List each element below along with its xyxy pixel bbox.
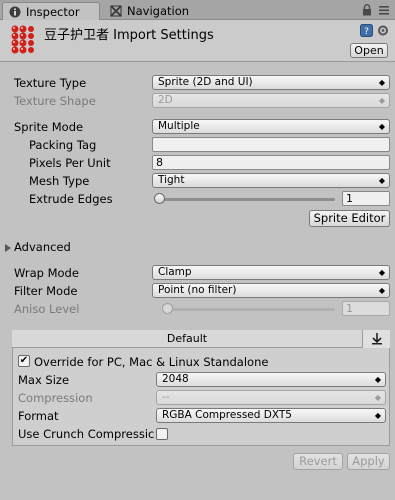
override-label: Override for PC, Mac & Linux Standalone xyxy=(34,355,269,369)
packing-tag-input[interactable] xyxy=(152,137,390,152)
advanced-foldout[interactable]: Advanced xyxy=(14,240,71,254)
dropdown-arrow-icon: ◆ xyxy=(378,286,385,295)
texture-type-value: Sprite (2D and UI) xyxy=(158,76,253,88)
expand-arrow-icon[interactable] xyxy=(4,242,12,252)
crunch-compression-checkbox[interactable] xyxy=(156,428,168,440)
mesh-type-dropdown[interactable]: Tight ◆ xyxy=(152,173,390,188)
compression-value: -- xyxy=(162,391,170,403)
tab-default[interactable]: Default xyxy=(12,332,362,345)
aniso-level-slider-thumb xyxy=(162,303,173,314)
dropdown-arrow-icon: ◆ xyxy=(374,375,381,384)
open-button[interactable]: Open xyxy=(350,43,388,58)
texture-shape-dropdown: 2D ◆ xyxy=(152,93,390,108)
revert-button[interactable]: Revert xyxy=(293,453,343,470)
override-checkbox[interactable]: ✔ xyxy=(18,355,30,367)
page-title: 豆子护卫者 Import Settings xyxy=(44,28,214,43)
pixels-per-unit-input[interactable]: 8 xyxy=(152,155,390,170)
extrude-edges-label: Extrude Edges xyxy=(29,192,113,206)
compression-dropdown: -- ◆ xyxy=(156,390,386,405)
max-size-value: 2048 xyxy=(162,373,189,385)
filter-mode-dropdown[interactable]: Point (no filter) ◆ xyxy=(152,283,390,298)
texture-shape-value: 2D xyxy=(158,94,173,106)
menu-icon[interactable] xyxy=(378,4,390,16)
texture-type-dropdown[interactable]: Sprite (2D and UI) ◆ xyxy=(152,75,390,90)
help-icon[interactable]: ? xyxy=(360,24,373,37)
texture-type-label: Texture Type xyxy=(14,76,87,90)
sprite-editor-button[interactable]: Sprite Editor xyxy=(309,210,390,227)
mesh-type-label: Mesh Type xyxy=(29,174,90,188)
packing-tag-label: Packing Tag xyxy=(29,138,97,152)
settings-icon[interactable] xyxy=(377,24,389,37)
max-size-label: Max Size xyxy=(18,373,70,387)
tab-navigation[interactable]: Navigation xyxy=(104,2,214,20)
aniso-level-input: 1 xyxy=(342,301,390,316)
navigation-icon xyxy=(110,5,122,17)
extrude-edges-slider[interactable] xyxy=(155,198,335,201)
crunch-compression-label: Use Crunch Compressic xyxy=(18,427,155,441)
dropdown-arrow-icon: ◆ xyxy=(374,411,381,420)
texture-thumbnail-icon xyxy=(10,24,34,54)
tab-label: Inspector xyxy=(26,4,80,19)
download-button[interactable] xyxy=(362,330,390,348)
wrap-mode-label: Wrap Mode xyxy=(14,266,79,280)
dropdown-arrow-icon: ◆ xyxy=(378,268,385,277)
aniso-level-slider xyxy=(165,308,335,311)
mesh-type-value: Tight xyxy=(158,174,185,186)
aniso-level-label: Aniso Level xyxy=(14,302,80,316)
format-label: Format xyxy=(18,409,59,423)
sprite-mode-value: Multiple xyxy=(158,120,200,132)
filter-mode-value: Point (no filter) xyxy=(158,284,237,296)
tab-inspector[interactable]: Inspector xyxy=(2,2,100,20)
svg-text:?: ? xyxy=(364,27,369,37)
texture-shape-label: Texture Shape xyxy=(14,94,96,108)
compression-label: Compression xyxy=(18,391,93,405)
pixels-per-unit-label: Pixels Per Unit xyxy=(29,156,111,170)
max-size-dropdown[interactable]: 2048 ◆ xyxy=(156,372,386,387)
info-icon xyxy=(9,6,21,18)
dropdown-arrow-icon: ◆ xyxy=(378,122,385,131)
tab-label: Navigation xyxy=(127,4,190,18)
lock-icon[interactable] xyxy=(362,4,372,16)
dropdown-arrow-icon: ◆ xyxy=(378,176,385,185)
wrap-mode-dropdown[interactable]: Clamp ◆ xyxy=(152,265,390,280)
format-dropdown[interactable]: RGBA Compressed DXT5 ◆ xyxy=(156,408,386,423)
dropdown-arrow-icon: ◆ xyxy=(378,96,385,105)
sprite-mode-label: Sprite Mode xyxy=(14,120,84,134)
dropdown-arrow-icon: ◆ xyxy=(374,393,381,402)
extrude-edges-input[interactable]: 1 xyxy=(342,191,390,206)
extrude-edges-slider-thumb[interactable] xyxy=(154,193,165,204)
download-icon xyxy=(372,333,382,345)
wrap-mode-value: Clamp xyxy=(158,266,192,278)
sprite-mode-dropdown[interactable]: Multiple ◆ xyxy=(152,119,390,134)
apply-button[interactable]: Apply xyxy=(347,453,390,470)
filter-mode-label: Filter Mode xyxy=(14,284,78,298)
dropdown-arrow-icon: ◆ xyxy=(378,78,385,87)
format-value: RGBA Compressed DXT5 xyxy=(162,409,292,421)
